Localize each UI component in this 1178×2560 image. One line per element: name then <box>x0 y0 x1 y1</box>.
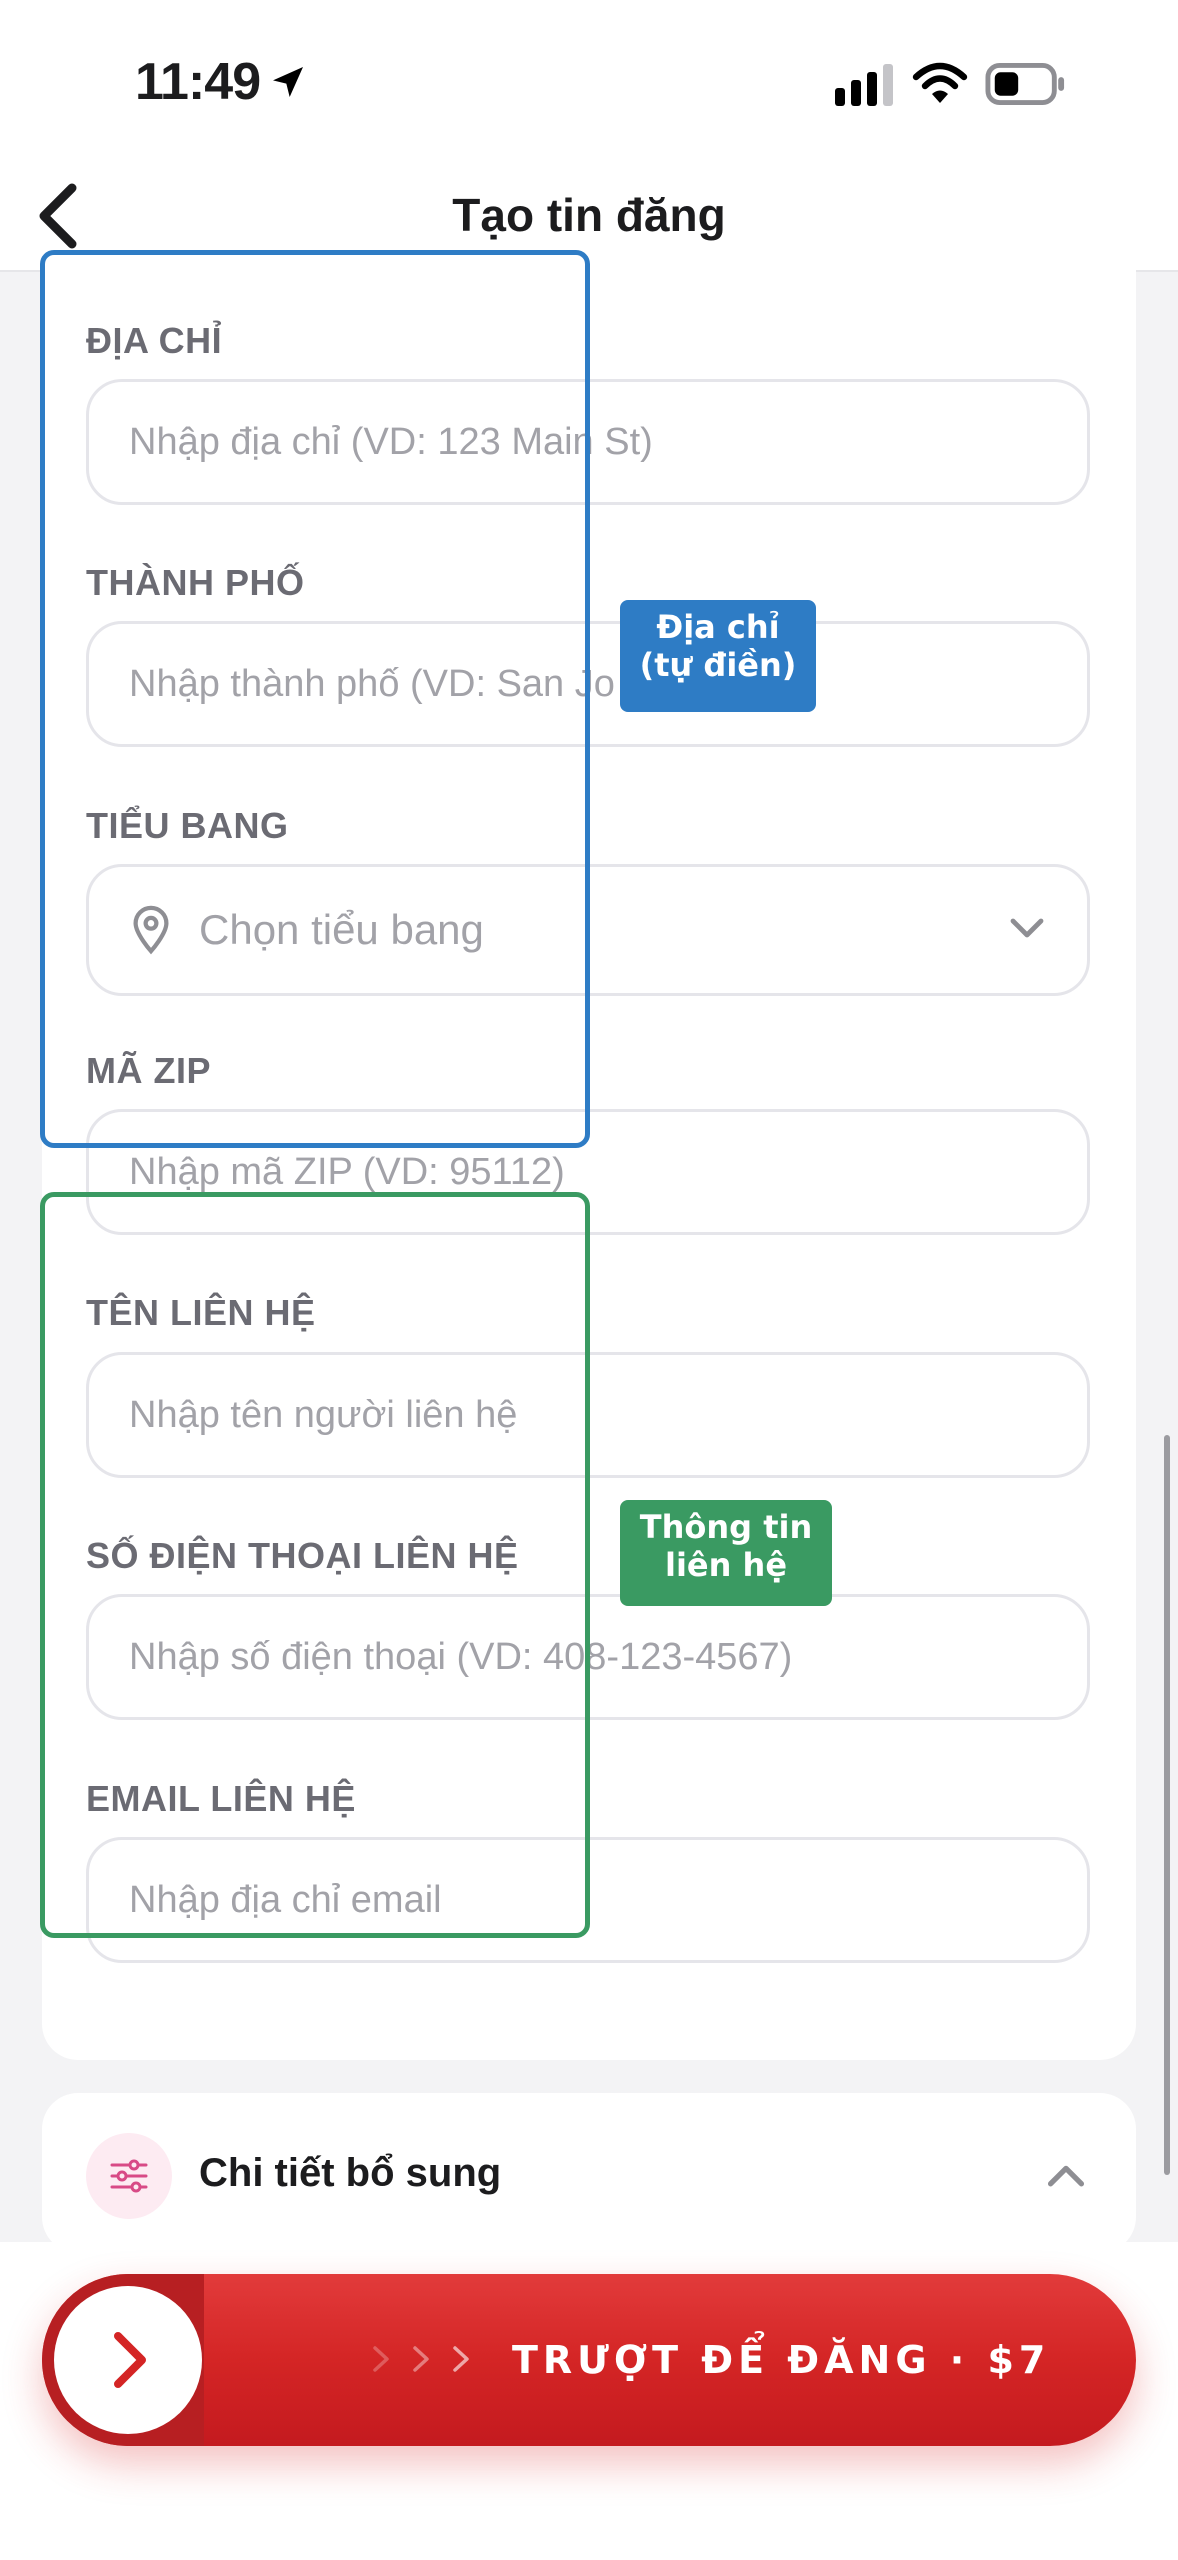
additional-details-section[interactable]: Chi tiết bổ sung <box>42 2093 1136 2253</box>
cellular-signal-icon <box>835 64 893 106</box>
scrollbar[interactable] <box>1164 1435 1170 2175</box>
slide-arrows-icon <box>373 2346 469 2372</box>
location-arrow-icon <box>273 67 303 97</box>
sliders-icon <box>86 2133 172 2219</box>
battery-icon <box>985 63 1065 105</box>
contact-group-tag: Thông tin liên hệ <box>620 1500 832 1606</box>
chevron-up-icon[interactable] <box>1044 2153 1088 2197</box>
slide-to-post-slider[interactable]: TRƯỢT ĐỂ ĐĂNG · $7 <box>42 2274 1136 2446</box>
chevron-right-icon <box>114 2332 146 2388</box>
contact-group-highlight <box>40 1192 590 1938</box>
slider-knob[interactable] <box>54 2286 202 2434</box>
slide-to-post-label: TRƯỢT ĐỂ ĐĂNG · $7 <box>512 2338 1051 2382</box>
additional-details-title: Chi tiết bổ sung <box>199 2151 502 2195</box>
address-group-highlight <box>40 250 590 1148</box>
address-group-tag: Địa chỉ (tự điền) <box>620 600 816 712</box>
wifi-icon <box>912 62 968 103</box>
chevron-down-icon <box>1010 918 1044 938</box>
status-time: 11:49 <box>135 53 261 111</box>
page-title: Tạo tin đăng <box>452 189 726 241</box>
top-bar: 11:49 Tạo tin đăng <box>0 0 1178 272</box>
